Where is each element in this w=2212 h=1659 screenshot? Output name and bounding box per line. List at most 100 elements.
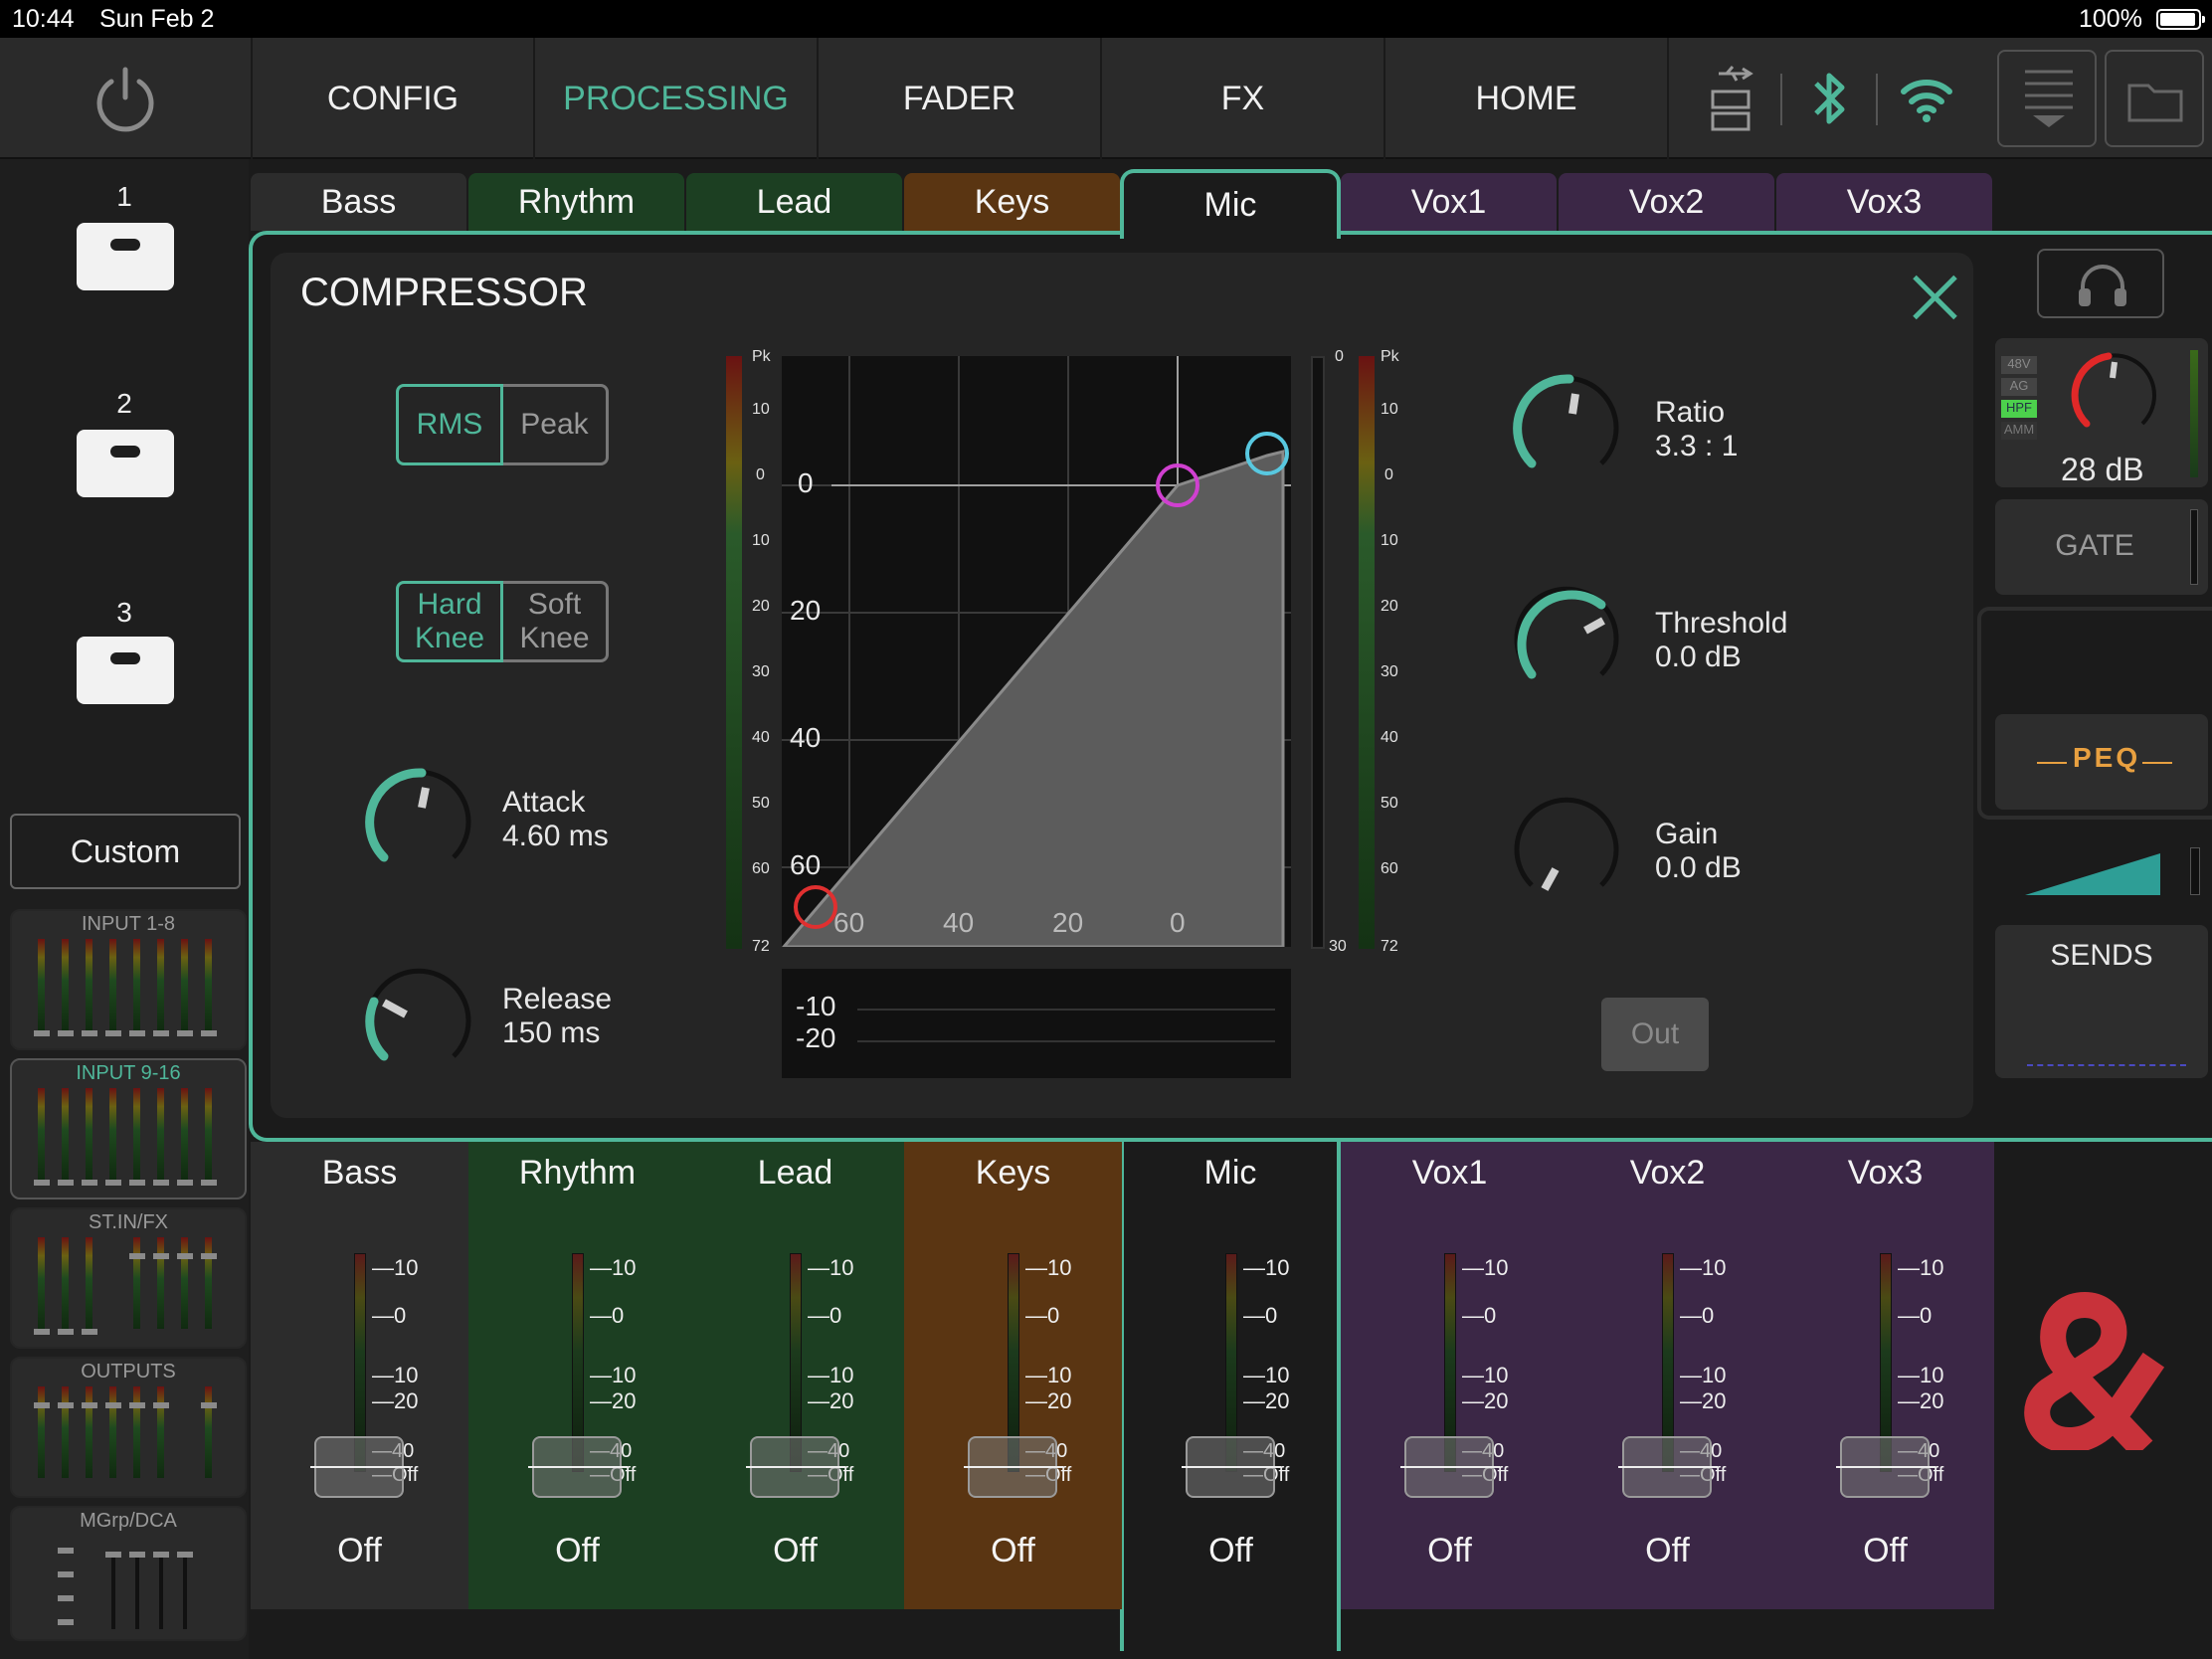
fader-scale-label: —10 [372, 1255, 419, 1280]
status-date: Sun Feb 2 [99, 5, 215, 33]
peq-section[interactable]: PEQ [1995, 714, 2208, 810]
wifi-icon[interactable] [1900, 74, 1953, 123]
bank-label: INPUT 9-16 [76, 1062, 181, 1084]
fader-scale-label: —10 [1898, 1363, 1944, 1387]
fader-scale-label: —0 [1462, 1303, 1497, 1328]
channel-tab-vox3[interactable]: Vox3 [1776, 173, 1992, 231]
fader-cap[interactable] [1618, 1436, 1718, 1498]
bank-mgrp-dca[interactable]: MGrp/DCA [10, 1506, 247, 1641]
fader-scale-label: —10 [1462, 1255, 1509, 1280]
fader-scale-label: —10 [1025, 1363, 1072, 1387]
close-icon[interactable] [1912, 275, 1957, 320]
output-meter-scale: 20 [1381, 598, 1398, 615]
fader-cap[interactable] [310, 1436, 410, 1498]
bank-input-1-8[interactable]: INPUT 1-8 [10, 909, 247, 1050]
soft-knee-toggle[interactable]: Soft Knee [503, 581, 609, 662]
scenes-menu-button[interactable] [1997, 50, 2097, 147]
compressor-section-icon[interactable] [2023, 849, 2162, 897]
bank-stin-fx[interactable]: ST.IN/FX [10, 1207, 247, 1349]
headphones-icon [2079, 265, 2126, 306]
layer-number: 3 [116, 597, 132, 628]
top-nav: CONFIG PROCESSING FADER FX HOME [0, 38, 2212, 159]
input-meter [726, 356, 742, 949]
headphone-button[interactable] [2037, 249, 2164, 318]
power-button[interactable] [0, 38, 251, 159]
amm-tag: AMM [2001, 422, 2037, 440]
library-button[interactable] [2105, 50, 2204, 147]
input-meter-scale: 10 [752, 532, 770, 549]
graph-x-label: 0 [1170, 907, 1186, 938]
output-meter-scale-pk: Pk [1381, 348, 1399, 365]
ratio-knob[interactable] [1502, 364, 1631, 493]
sends-label: SENDS [2050, 939, 2153, 972]
input-meter-scale: 60 [752, 860, 770, 877]
fader-cap[interactable] [746, 1436, 845, 1498]
channel-tab-vox2[interactable]: Vox2 [1559, 173, 1774, 231]
fader-scale-label: —10 [1898, 1255, 1944, 1280]
gr-meter-scale-bottom: 30 [1329, 938, 1347, 955]
attack-knob[interactable] [354, 758, 483, 887]
channel-tab-lead[interactable]: Lead [686, 173, 902, 231]
layer-button-2[interactable] [77, 430, 174, 497]
soft-knee-label: Soft Knee [519, 588, 590, 654]
peak-toggle[interactable]: Peak [503, 384, 609, 465]
layer-button-1[interactable] [77, 223, 174, 290]
gate-section[interactable]: GATE [1995, 499, 2208, 595]
nav-tab-processing[interactable]: PROCESSING [533, 38, 817, 159]
fader-cap[interactable] [1400, 1436, 1500, 1498]
nav-tab-fader[interactable]: FADER [817, 38, 1100, 159]
gr-label: -10 [796, 991, 836, 1021]
fader-scale-label: —0 [1243, 1303, 1278, 1328]
gain-reduction-history: -10 -20 [782, 969, 1291, 1078]
gain-readout: Gain 0.0 dB [1655, 818, 1742, 884]
bank-input-9-16[interactable]: INPUT 9-16 [10, 1058, 247, 1199]
output-meter [1359, 356, 1375, 949]
battery-icon [2156, 9, 2205, 30]
release-readout: Release 150 ms [502, 983, 613, 1049]
layer-button-3[interactable] [77, 637, 174, 704]
fader-cap[interactable] [1836, 1436, 1936, 1498]
usb-sd-icon [1711, 66, 1753, 131]
compressor-transfer-graph[interactable] [782, 356, 1291, 947]
fader-cap[interactable] [964, 1436, 1063, 1498]
fader-cap[interactable] [1182, 1436, 1281, 1498]
fader-cap[interactable] [528, 1436, 628, 1498]
input-meter-scale: 30 [752, 663, 770, 680]
custom-layer-button[interactable]: Custom [10, 814, 241, 889]
fader-scale-label: —0 [590, 1303, 625, 1328]
release-knob[interactable] [354, 957, 483, 1086]
nav-tab-home[interactable]: HOME [1383, 38, 1667, 159]
graph-y-label: 20 [790, 595, 822, 626]
sends-section[interactable]: SENDS [1995, 925, 2208, 1078]
rms-toggle[interactable]: RMS [396, 384, 503, 465]
bank-outputs[interactable]: OUTPUTS [10, 1357, 247, 1498]
out-button[interactable]: Out [1601, 998, 1709, 1071]
strip-name: Lead [757, 1154, 833, 1192]
gate-label: GATE [2055, 529, 2134, 562]
nav-tab-fx[interactable]: FX [1100, 38, 1383, 159]
channel-tab-bass[interactable]: Bass [251, 173, 466, 231]
bank-label: MGrp/DCA [80, 1510, 177, 1532]
fader-scale-label: —10 [808, 1363, 854, 1387]
output-meter-scale: 50 [1381, 795, 1398, 812]
threshold-readout: Threshold 0.0 dB [1655, 607, 1788, 673]
preamp-gain-knob[interactable] [2065, 344, 2164, 444]
preamp-section[interactable]: 48V AG HPF AMM 28 dB [1995, 338, 2208, 487]
bluetooth-icon[interactable] [1810, 68, 1848, 129]
gain-knob[interactable] [1502, 786, 1631, 915]
input-meter-scale: 72 [752, 938, 770, 955]
nav-tab-config[interactable]: CONFIG [251, 38, 533, 159]
hard-knee-label: Hard Knee [415, 588, 485, 654]
channel-tab-rhythm[interactable]: Rhythm [468, 173, 684, 231]
threshold-knob[interactable] [1502, 575, 1631, 704]
hard-knee-toggle[interactable]: Hard Knee [396, 581, 503, 662]
list-menu-icon [2025, 70, 2073, 127]
ag-tag: AG [2001, 378, 2037, 396]
graph-x-label: 20 [1052, 907, 1084, 938]
channel-tab-vox1[interactable]: Vox1 [1341, 173, 1557, 231]
layer-number: 2 [116, 388, 132, 419]
bank-label: ST.IN/FX [88, 1211, 168, 1233]
fader-scale-label: —20 [1243, 1388, 1290, 1413]
fader-scale-label: —10 [1680, 1363, 1727, 1387]
channel-tab-keys[interactable]: Keys [904, 173, 1120, 231]
